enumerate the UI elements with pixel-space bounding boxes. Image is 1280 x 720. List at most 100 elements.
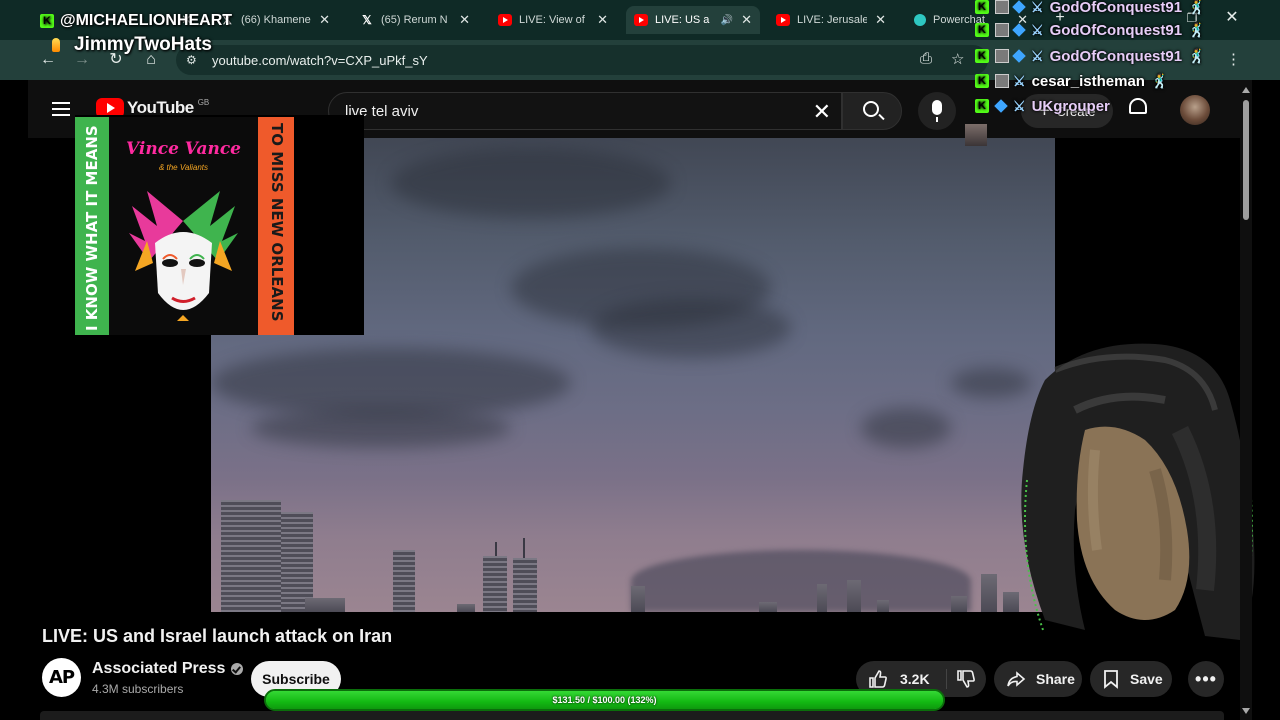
building (513, 558, 537, 612)
tab-label: (66) Khamene (241, 14, 311, 26)
install-app-icon[interactable]: ⎙ (920, 50, 932, 67)
thumbs-down-icon[interactable] (956, 669, 976, 689)
crane (495, 542, 497, 556)
dancer-icon: 🕺 (1188, 47, 1206, 64)
search-button[interactable] (842, 92, 902, 130)
kick-icon: K (975, 0, 989, 14)
kick-icon: K (975, 23, 989, 37)
donation-goal-text: $131.50 / $100.00 (132%) (552, 695, 657, 705)
album-left-text: I KNOW WHAT IT MEANS (83, 125, 101, 331)
distant-hills (631, 550, 971, 612)
chat-username: GodOfConquest91 (1049, 21, 1183, 39)
chat-message: K ⚔ GodOfConquest91 🕺 (975, 19, 1206, 41)
chat-message: K ⚔ UKgrouper (975, 95, 1110, 117)
save-button[interactable]: Save (1090, 661, 1172, 697)
clear-search-icon[interactable]: ✕ (813, 99, 831, 125)
building (759, 602, 777, 612)
sword-icon: ⚔ (1031, 21, 1044, 38)
channel-name-text: Associated Press (92, 660, 226, 677)
thumbs-up-icon[interactable] (868, 669, 888, 689)
crane (523, 538, 525, 558)
chat-username: UKgrouper (1031, 97, 1110, 115)
emote-icon (995, 74, 1009, 88)
scrollbar[interactable] (1240, 80, 1252, 720)
chat-username: GodOfConquest91 (1049, 0, 1183, 16)
album-art: Vince Vance & the Valiants (109, 117, 258, 335)
building (817, 584, 827, 612)
building (877, 600, 889, 612)
gem-icon (994, 99, 1008, 113)
album-right-panel: TO MISS NEW ORLEANS (258, 117, 294, 335)
tab-rerum[interactable]: 𝕏 (65) Rerum N ✕ (352, 6, 478, 34)
tab-live-view[interactable]: LIVE: View of ✕ (490, 6, 616, 34)
album-title: Vince Vance (126, 139, 241, 159)
chat-overlay: K ⚔ GodOfConquest91 🕺 K ⚔ GodOfConquest9… (975, 0, 1280, 125)
close-icon[interactable]: ✕ (875, 12, 886, 28)
gem-icon (1012, 23, 1026, 37)
building (847, 580, 861, 612)
emote-icon (995, 49, 1009, 63)
url-field[interactable]: ⚙ youtube.com/watch?v=CXP_uPkf_sY (176, 45, 988, 75)
scroll-up-icon[interactable] (1242, 87, 1250, 93)
like-count: 3.2K (900, 671, 930, 687)
mask-icon (129, 191, 238, 321)
streamer-handle-text: @MICHAELIONHEART (60, 12, 233, 29)
sword-icon: ⚔ (1031, 0, 1044, 15)
subscriber-count: 4.3M subscribers (92, 682, 184, 696)
bookmark-star-icon[interactable]: ☆ (951, 50, 964, 68)
scroll-down-icon[interactable] (1242, 708, 1250, 714)
menu-icon[interactable] (52, 102, 70, 116)
youtube-icon (498, 14, 512, 26)
close-icon[interactable]: ✕ (319, 12, 330, 28)
voice-search-button[interactable] (918, 92, 956, 130)
kick-icon: K (40, 14, 54, 28)
album-right-text: TO MISS NEW ORLEANS (268, 123, 286, 322)
tab-live-us[interactable]: LIVE: US a 🔊 ✕ (626, 6, 760, 34)
building (951, 596, 967, 612)
tab-live-jerusalem[interactable]: LIVE: Jerusalen ✕ (768, 6, 894, 34)
donation-goal-bar: $131.50 / $100.00 (132%) (264, 689, 945, 711)
channel-name[interactable]: Associated Press (92, 660, 244, 678)
speaker-icon[interactable]: 🔊 (721, 15, 733, 26)
sword-icon: ⚔ (1013, 72, 1026, 89)
sword-icon: ⚔ (1013, 97, 1026, 114)
album-subtitle: & the Valiants (158, 163, 209, 172)
close-icon[interactable]: ✕ (459, 12, 470, 28)
description-strip (40, 711, 1224, 720)
gem-icon (1012, 0, 1026, 14)
share-icon (1007, 671, 1026, 687)
channel-avatar[interactable]: AP (42, 658, 81, 697)
url-text: youtube.com/watch?v=CXP_uPkf_sY (212, 53, 428, 68)
tab-label: LIVE: US a (655, 14, 710, 26)
building (393, 550, 415, 612)
powerchat-icon (914, 14, 926, 26)
share-button[interactable]: Share (994, 661, 1082, 697)
close-icon[interactable]: ✕ (741, 12, 752, 28)
building (457, 604, 475, 612)
chat-message: K ⚔ GodOfConquest91 🕺 (975, 45, 1206, 67)
chat-username: GodOfConquest91 (1049, 47, 1183, 65)
featured-user: JimmyTwoHats (52, 34, 212, 56)
tab-label: LIVE: Jerusalen (797, 14, 868, 26)
youtube-icon (776, 14, 790, 26)
scrollbar-thumb[interactable] (1243, 100, 1249, 220)
kick-icon: K (975, 74, 989, 88)
dancer-icon: 🕺 (1188, 0, 1206, 15)
close-icon[interactable]: ✕ (597, 12, 608, 28)
dancer-icon: 🕺 (1150, 72, 1169, 89)
tab-label: LIVE: View of (519, 14, 585, 26)
building (631, 586, 645, 612)
featured-user-text: JimmyTwoHats (74, 34, 212, 55)
video-title: LIVE: US and Israel launch attack on Ira… (42, 626, 393, 646)
kick-icon: K (975, 49, 989, 63)
more-actions-button[interactable]: ••• (1188, 661, 1224, 697)
emote-icon (995, 23, 1009, 37)
album-cover-overlay: I KNOW WHAT IT MEANS Vince Vance & the V… (75, 115, 364, 335)
like-divider (946, 669, 947, 689)
webcam-thumbnail (965, 124, 987, 146)
region-code: GB (197, 97, 210, 107)
chat-username: cesar_istheman (1031, 72, 1145, 90)
gem-icon (1012, 49, 1026, 63)
search-input[interactable]: live tel aviv ✕ (328, 92, 842, 130)
search-icon (863, 101, 879, 117)
